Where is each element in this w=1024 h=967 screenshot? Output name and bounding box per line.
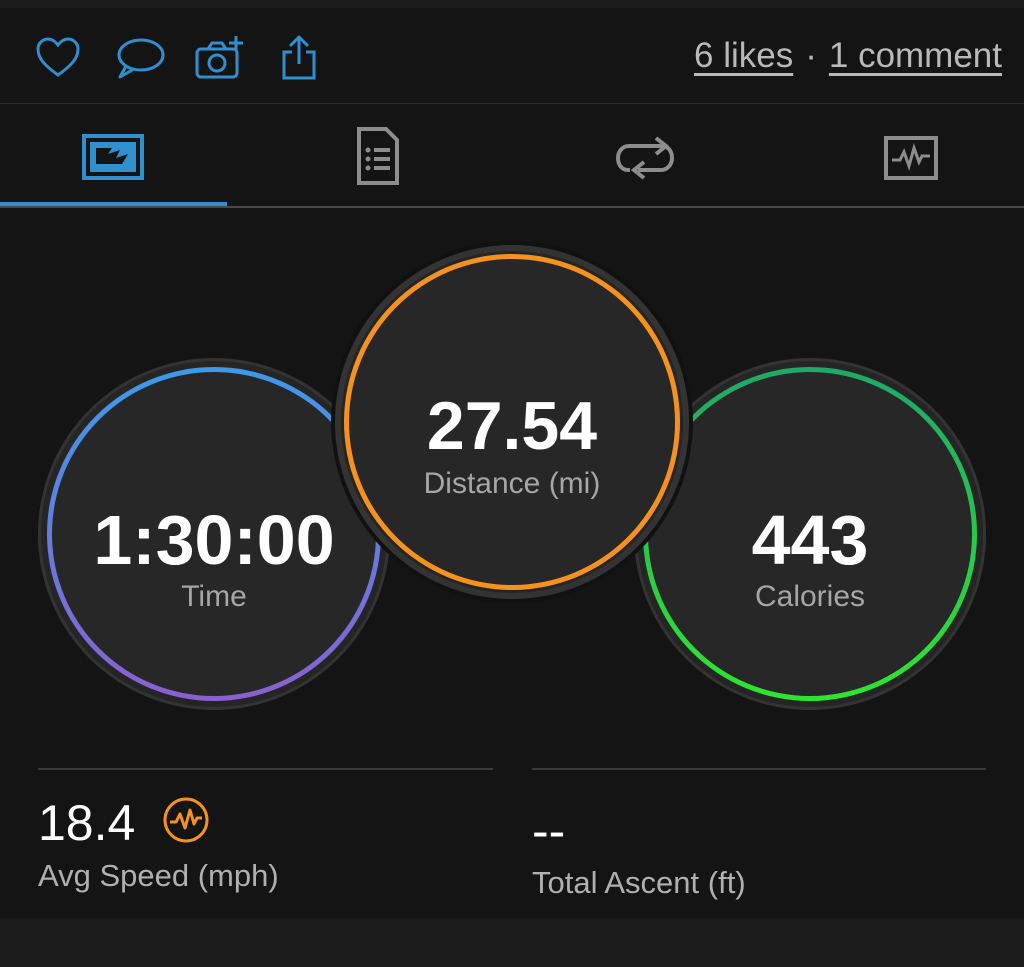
tab-laps[interactable] [532,104,759,208]
social-separator: · [805,36,817,75]
total-ascent-value: -- [532,803,566,859]
activity-chart-icon [884,136,938,180]
heart-icon[interactable] [34,34,82,82]
bottom-strip [0,918,1024,967]
overview-icon [82,134,144,180]
avg-speed-value: 18.4 [38,795,136,851]
tab-bar [0,104,1024,208]
distance-ring[interactable]: 27.54 Distance (mi) [335,245,689,599]
stat-divider-right [532,768,986,770]
tab-bar-baseline [0,206,1024,208]
time-value: 1:30:00 [93,501,335,579]
laps-loop-icon [615,136,675,180]
tab-overview[interactable] [0,104,227,208]
likes-link[interactable]: 6 likes [694,36,793,75]
comments-link[interactable]: 1 comment [829,36,1002,75]
add-photo-icon[interactable] [194,34,246,82]
avg-speed-label: Avg Speed (mph) [38,858,279,893]
total-ascent-label: Total Ascent (ft) [532,865,746,900]
time-label: Time [181,580,247,613]
social-counts: 6 likes · 1 comment [694,36,1002,76]
share-icon[interactable] [278,34,320,82]
stat-divider-left [38,768,493,770]
activity-pulse-icon[interactable] [162,796,210,844]
calories-value: 443 [751,501,869,579]
top-edge [0,0,1024,8]
comment-bubble-icon[interactable] [114,34,166,82]
distance-value: 27.54 [426,388,598,464]
distance-label: Distance (mi) [423,467,601,500]
calories-label: Calories [754,580,866,613]
tab-charts[interactable] [796,104,1023,208]
details-list-icon [357,127,399,185]
action-bar: 6 likes · 1 comment [0,8,1024,104]
tab-details[interactable] [266,104,493,208]
